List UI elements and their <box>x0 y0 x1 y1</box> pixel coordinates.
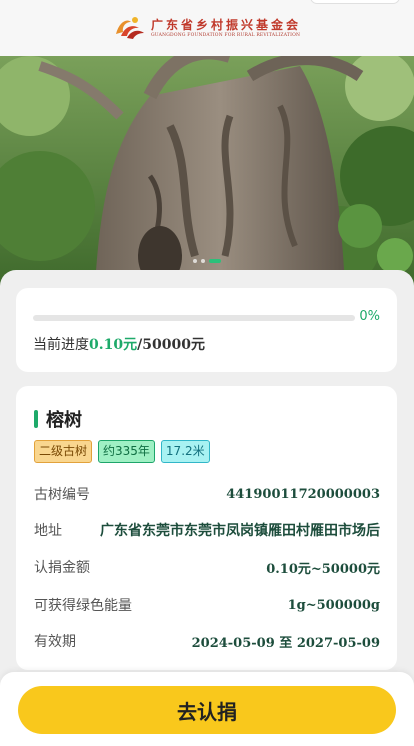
donation-progress-card: 0% 当前进度0.10元/50000元 <box>16 288 397 372</box>
field-amount: 认捐金额 0.10元~50000元 <box>34 556 380 578</box>
energy-label: 可获得绿色能量 <box>34 598 132 614</box>
progress-bar <box>33 315 355 321</box>
energy-value: 1g~500000g <box>287 597 380 613</box>
tree-detail-card: 榕树 二级古树 约335年 17.2米 古树编号 441900117200000… <box>16 386 397 670</box>
org-name-cn: 广东省乡村振兴基金会 <box>150 17 301 32</box>
bottom-action-bar: 去认捐 <box>0 672 414 746</box>
tag-protection-level: 二级古树 <box>34 440 93 463</box>
org-name-en: GUANGDONG FOUNDATION FOR RURAL REVITALIZ… <box>150 32 301 38</box>
foundation-logo: 广东省乡村振兴基金会 GUANGDONG FOUNDATION FOR RURA… <box>113 14 301 42</box>
tree-photo-carousel[interactable] <box>0 56 414 286</box>
carousel-dot[interactable] <box>201 259 205 263</box>
app-header: 广东省乡村振兴基金会 GUANGDONG FOUNDATION FOR RURA… <box>0 0 414 56</box>
progress-summary: 当前进度0.10元/50000元 <box>33 334 205 354</box>
validity-value: 2024-05-09 至 2027-05-09 <box>192 632 380 651</box>
amount-value: 0.10元~50000元 <box>266 561 380 577</box>
foundation-emblem-icon <box>115 17 144 39</box>
progress-percent: 0% <box>359 309 380 324</box>
field-address: 地址 广东省东莞市东莞市凤岗镇雁田村雁田市场后 <box>34 519 380 541</box>
progress-prefix: 当前进度 <box>33 337 89 353</box>
tree-title-row: 榕树 <box>34 406 82 432</box>
tree-name: 榕树 <box>46 410 82 431</box>
tree-tags: 二级古树 约335年 17.2米 <box>34 440 210 463</box>
validity-to: 2027-05-09 <box>296 635 380 651</box>
field-green-energy: 可获得绿色能量 1g~500000g <box>34 594 380 616</box>
banyan-tree-photo-icon <box>0 56 414 286</box>
validity-from: 2024-05-09 <box>191 635 275 651</box>
tag-height: 17.2米 <box>160 440 210 463</box>
carousel-dot[interactable] <box>193 259 197 263</box>
address-label: 地址 <box>34 523 62 539</box>
tree-id-value: 44190011720000003 <box>226 486 380 502</box>
address-value: 广东省东莞市东莞市凤岗镇雁田村雁田市场后 <box>100 523 380 539</box>
progress-current: 0.10元 <box>89 337 138 353</box>
field-validity: 有效期 2024-05-09 至 2027-05-09 <box>34 630 380 652</box>
mini-program-capsule[interactable] <box>310 0 400 4</box>
progress-total: 50000元 <box>142 337 205 353</box>
carousel-indicators <box>0 259 414 263</box>
title-accent-bar <box>34 410 38 428</box>
tag-age: 约335年 <box>98 440 155 463</box>
donate-button[interactable]: 去认捐 <box>18 686 396 734</box>
validity-to-word: 至 <box>279 635 293 651</box>
field-tree-id: 古树编号 44190011720000003 <box>34 483 380 505</box>
tree-id-label: 古树编号 <box>34 487 90 503</box>
amount-label: 认捐金额 <box>34 560 90 576</box>
carousel-dot-active[interactable] <box>209 259 221 263</box>
validity-label: 有效期 <box>34 634 76 650</box>
